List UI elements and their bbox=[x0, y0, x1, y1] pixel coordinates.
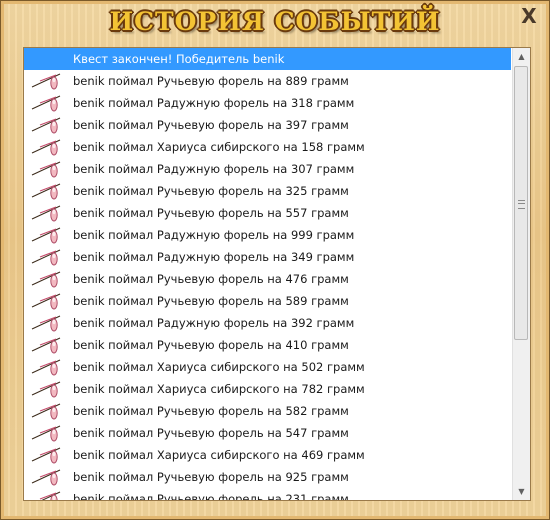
event-list-item[interactable]: benik поймал Ручьевую форель на 231 грам… bbox=[24, 488, 511, 500]
event-text: benik поймал Ручьевую форель на 410 грам… bbox=[73, 338, 349, 352]
event-text: benik поймал Ручьевую форель на 582 грам… bbox=[73, 404, 349, 418]
fishing-rod-icon bbox=[30, 402, 62, 420]
event-text: benik поймал Ручьевую форель на 325 грам… bbox=[73, 184, 349, 198]
fishing-rod-icon bbox=[30, 72, 62, 90]
scroll-down-arrow-icon[interactable]: ▼ bbox=[513, 483, 530, 500]
event-list-item[interactable]: benik поймал Хариуса сибирского на 502 г… bbox=[24, 356, 511, 378]
fishing-rod-icon bbox=[30, 490, 62, 500]
event-history-window: ИСТОРИЯ СОБЫТИЙ X Квест закончен! Победи… bbox=[0, 0, 550, 520]
fishing-rod-icon bbox=[30, 204, 62, 222]
event-text: benik поймал Ручьевую форель на 547 грам… bbox=[73, 426, 349, 440]
event-text: benik поймал Ручьевую форель на 589 грам… bbox=[73, 294, 349, 308]
event-list-item[interactable]: benik поймал Радужную форель на 999 грам… bbox=[24, 224, 511, 246]
event-text: benik поймал Радужную форель на 307 грам… bbox=[73, 162, 355, 176]
event-text: benik поймал Хариуса сибирского на 469 г… bbox=[73, 448, 365, 462]
event-text: benik поймал Радужную форель на 349 грам… bbox=[73, 250, 355, 264]
event-list-item[interactable]: benik поймал Радужную форель на 349 грам… bbox=[24, 246, 511, 268]
event-list-item[interactable]: benik поймал Ручьевую форель на 397 грам… bbox=[24, 114, 511, 136]
fishing-rod-icon bbox=[30, 94, 62, 112]
event-list-item[interactable]: benik поймал Ручьевую форель на 547 грам… bbox=[24, 422, 511, 444]
event-text: benik поймал Ручьевую форель на 889 грам… bbox=[73, 74, 349, 88]
fishing-rod-icon bbox=[30, 358, 62, 376]
event-list-item[interactable]: benik поймал Ручьевую форель на 589 грам… bbox=[24, 290, 511, 312]
event-list-item[interactable]: benik поймал Хариуса сибирского на 782 г… bbox=[24, 378, 511, 400]
event-text: benik поймал Хариуса сибирского на 158 г… bbox=[73, 140, 365, 154]
event-text: benik поймал Ручьевую форель на 557 грам… bbox=[73, 206, 349, 220]
fishing-rod-icon bbox=[30, 226, 62, 244]
fishing-rod-icon bbox=[30, 446, 62, 464]
fishing-rod-icon bbox=[30, 336, 62, 354]
event-text: benik поймал Ручьевую форель на 397 грам… bbox=[73, 118, 349, 132]
event-text: benik поймал Ручьевую форель на 231 грам… bbox=[73, 492, 349, 500]
event-list-item[interactable]: benik поймал Хариуса сибирского на 469 г… bbox=[24, 444, 511, 466]
event-list-item[interactable]: benik поймал Ручьевую форель на 410 грам… bbox=[24, 334, 511, 356]
event-list[interactable]: Квест закончен! Победитель benik benik по… bbox=[23, 47, 531, 501]
event-list-item[interactable]: benik поймал Радужную форель на 392 грам… bbox=[24, 312, 511, 334]
fishing-rod-icon bbox=[30, 138, 62, 156]
fishing-rod-icon bbox=[30, 292, 62, 310]
event-text: Квест закончен! Победитель benik bbox=[73, 52, 285, 66]
event-list-item[interactable]: benik поймал Радужную форель на 307 грам… bbox=[24, 158, 511, 180]
event-text: benik поймал Хариуса сибирского на 782 г… bbox=[73, 382, 365, 396]
event-list-rows: Квест закончен! Победитель benik benik по… bbox=[24, 48, 511, 500]
window-title: ИСТОРИЯ СОБЫТИЙ bbox=[109, 7, 441, 36]
fishing-rod-icon bbox=[30, 182, 62, 200]
event-list-item[interactable]: benik поймал Хариуса сибирского на 158 г… bbox=[24, 136, 511, 158]
event-text: benik поймал Радужную форель на 318 грам… bbox=[73, 96, 355, 110]
close-icon[interactable]: X bbox=[519, 6, 539, 26]
event-list-item[interactable]: benik поймал Ручьевую форель на 325 грам… bbox=[24, 180, 511, 202]
event-text: benik поймал Радужную форель на 999 грам… bbox=[73, 228, 355, 242]
vertical-scrollbar[interactable]: ▲ ▼ bbox=[512, 48, 530, 500]
fishing-rod-icon bbox=[30, 314, 62, 332]
fishing-rod-icon bbox=[30, 270, 62, 288]
scroll-thumb-grip bbox=[518, 200, 525, 209]
event-text: benik поймал Ручьевую форель на 476 грам… bbox=[73, 272, 349, 286]
event-list-item[interactable]: benik поймал Ручьевую форель на 557 грам… bbox=[24, 202, 511, 224]
event-list-item[interactable]: benik поймал Ручьевую форель на 476 грам… bbox=[24, 268, 511, 290]
event-text: benik поймал Радужную форель на 392 грам… bbox=[73, 316, 355, 330]
fishing-rod-icon bbox=[30, 248, 62, 266]
scroll-thumb[interactable] bbox=[514, 66, 528, 340]
event-list-item[interactable]: Квест закончен! Победитель benik bbox=[24, 48, 511, 70]
event-list-item[interactable]: benik поймал Ручьевую форель на 889 грам… bbox=[24, 70, 511, 92]
event-list-item[interactable]: benik поймал Радужную форель на 318 грам… bbox=[24, 92, 511, 114]
event-text: benik поймал Ручьевую форель на 925 грам… bbox=[73, 470, 349, 484]
fishing-rod-icon bbox=[30, 160, 62, 178]
fishing-rod-icon bbox=[30, 468, 62, 486]
fishing-rod-icon bbox=[30, 116, 62, 134]
scroll-up-arrow-icon[interactable]: ▲ bbox=[513, 48, 530, 65]
event-list-item[interactable]: benik поймал Ручьевую форель на 925 грам… bbox=[24, 466, 511, 488]
fishing-rod-icon bbox=[30, 380, 62, 398]
event-list-item[interactable]: benik поймал Ручьевую форель на 582 грам… bbox=[24, 400, 511, 422]
event-text: benik поймал Хариуса сибирского на 502 г… bbox=[73, 360, 365, 374]
fishing-rod-icon bbox=[30, 424, 62, 442]
